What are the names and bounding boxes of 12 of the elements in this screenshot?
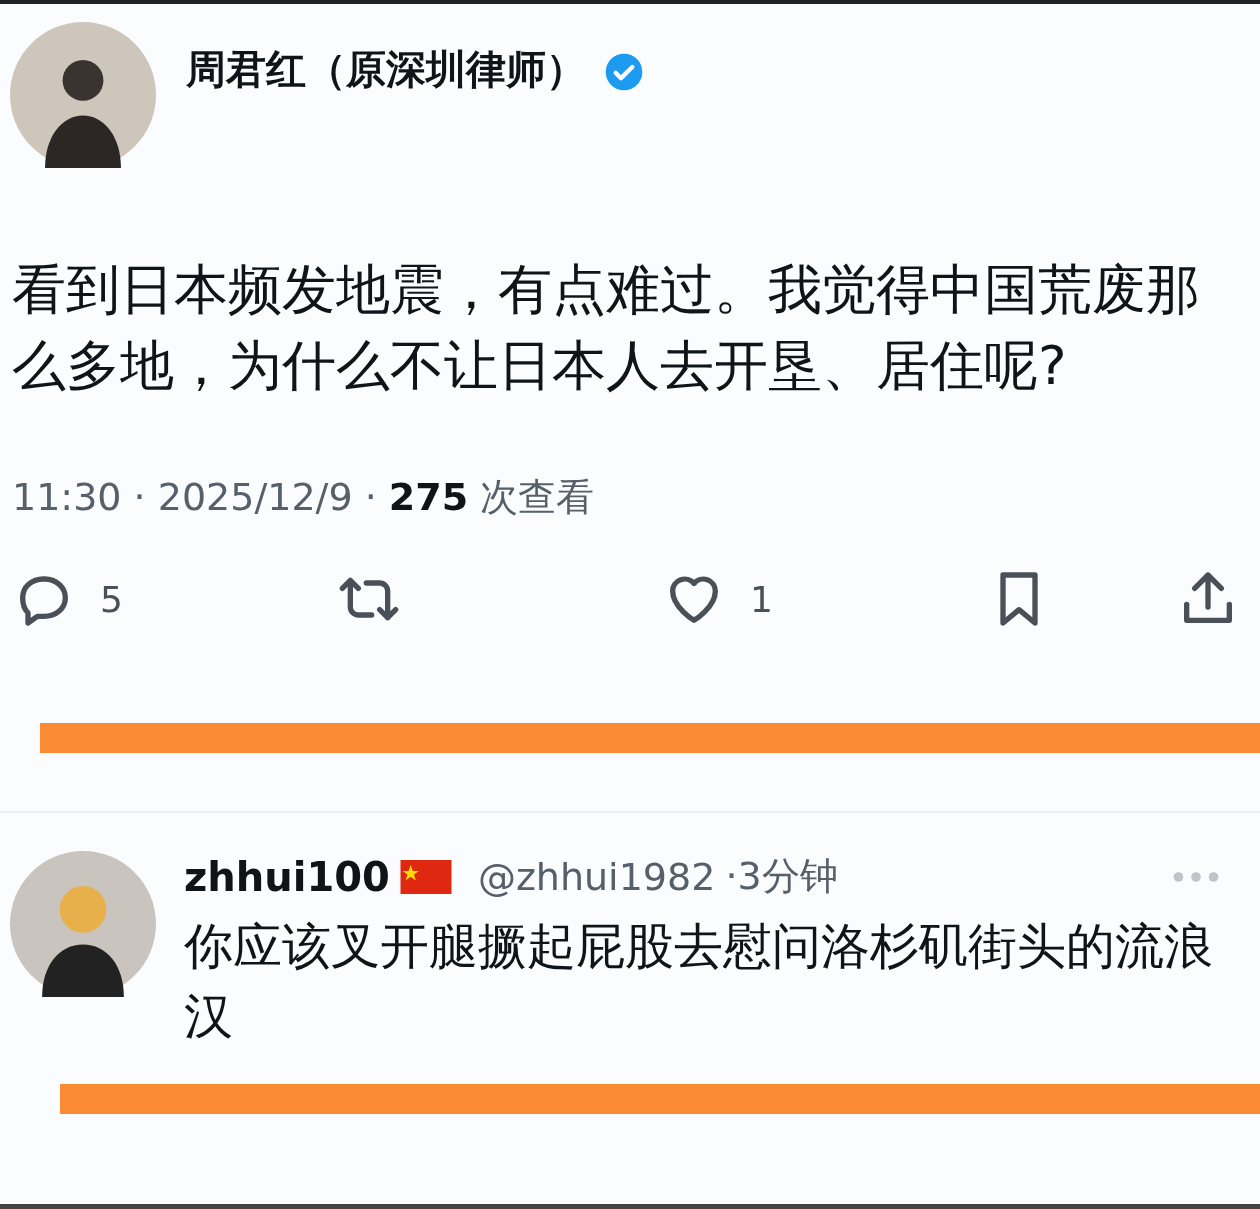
- action-count: 1: [750, 578, 773, 620]
- action-count: 5: [100, 578, 123, 620]
- author-name[interactable]: 周君红（原深圳律师）: [186, 42, 586, 97]
- post-text: 看到日本频发地震，有点难过。我觉得中国荒废那么多地，为什么不让日本人去开垦、居住呢?: [12, 257, 1201, 399]
- avatar[interactable]: [10, 22, 156, 168]
- reply-time: ·3分钟: [725, 853, 838, 900]
- reply-author-name[interactable]: zhhui100: [184, 853, 390, 900]
- reply-handle[interactable]: @zhhui1982: [477, 854, 716, 899]
- avatar[interactable]: [10, 851, 156, 997]
- flag-icon: [399, 859, 452, 894]
- post-meta: 11:30 · 2025/12/9 · 275 次查看: [12, 474, 596, 521]
- reply-text: 你应该叉开腿撅起屁股去慰问洛杉矶街头的流浪汉: [184, 917, 1214, 1047]
